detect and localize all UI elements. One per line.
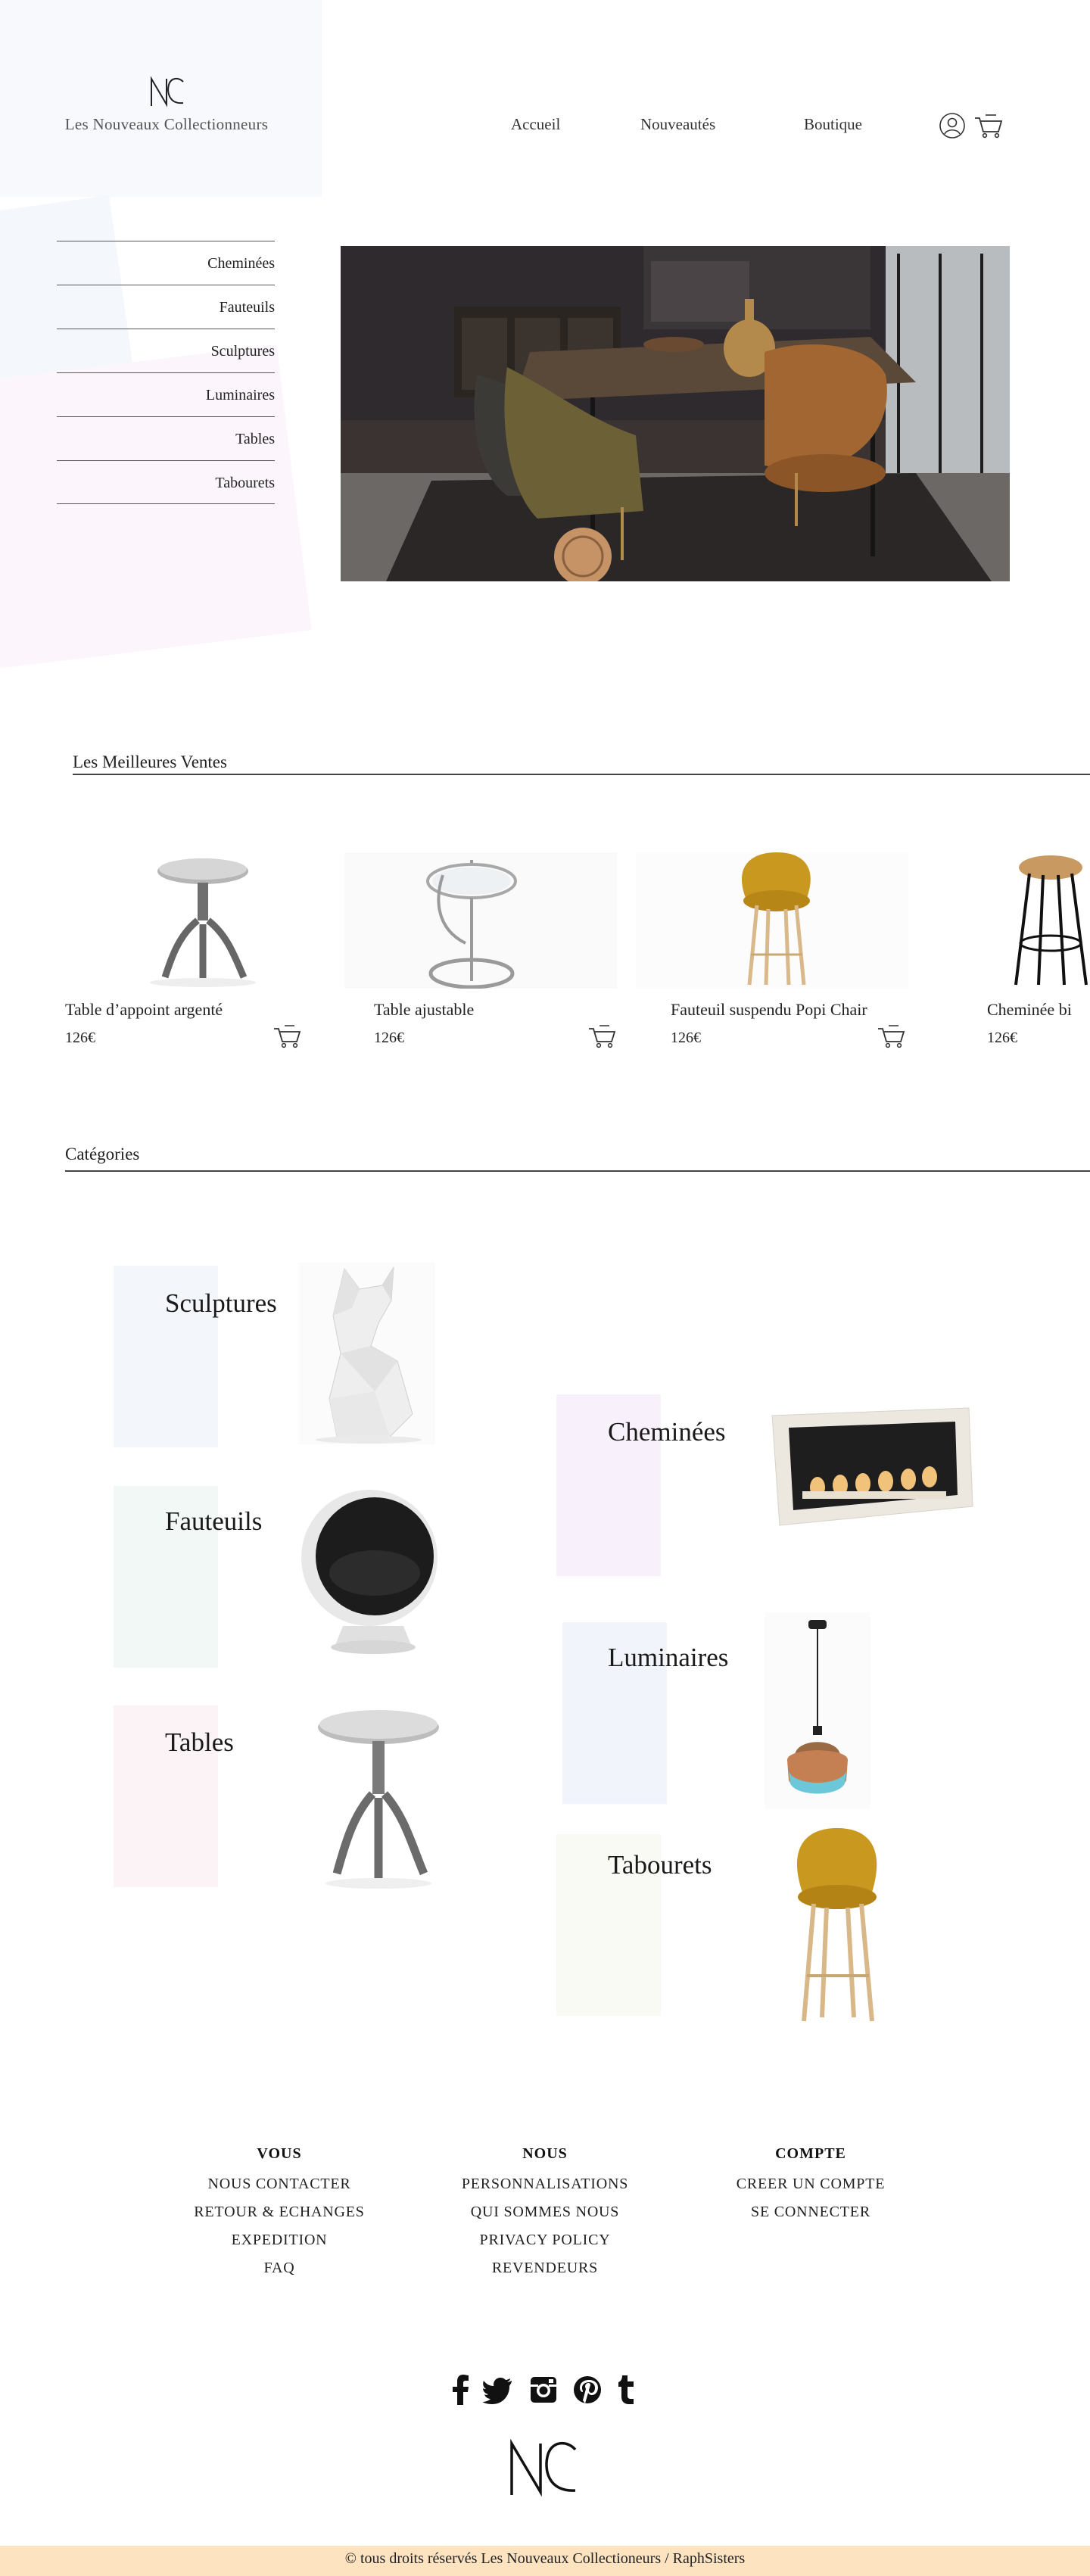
category-image-pendant-lamp[interactable] [765, 1612, 870, 1809]
menu-item-fauteuils[interactable]: Fauteuils [57, 285, 275, 329]
footer-heading: VOUS [257, 2145, 302, 2162]
category-image-fox-sculpture[interactable] [299, 1263, 435, 1444]
category-label-tabourets[interactable]: Tabourets [608, 1850, 712, 1880]
product-image-side-table[interactable] [65, 852, 338, 989]
product-image-stool[interactable] [999, 852, 1090, 989]
menu-item-tables[interactable]: Tables [57, 416, 275, 460]
footer-link-customization[interactable]: PERSONNALISATIONS [431, 2170, 659, 2198]
nav-accueil[interactable]: Accueil [511, 115, 560, 134]
footer-link-privacy[interactable]: PRIVACY POLICY [431, 2226, 659, 2254]
footer-link-contact[interactable]: NOUS CONTACTER [166, 2170, 393, 2198]
footer-link-create-account[interactable]: CREER UN COMPTE [697, 2170, 924, 2198]
best-sellers-divider [73, 774, 1090, 775]
cart-icon[interactable] [973, 112, 1004, 139]
add-to-cart-icon[interactable] [877, 1023, 907, 1049]
product-name[interactable]: Table ajustable [374, 1000, 474, 1020]
category-image-bar-stool[interactable] [772, 1824, 901, 2029]
footer-logo-icon[interactable] [507, 2439, 580, 2498]
hero-image-dining-room [341, 246, 1010, 581]
add-to-cart-icon[interactable] [587, 1023, 618, 1049]
category-label-cheminees[interactable]: Cheminées [608, 1417, 726, 1447]
copyright-text: © tous droits réservés Les Nouveaux Coll… [344, 2550, 746, 2567]
user-icon[interactable] [939, 112, 966, 139]
product-name[interactable]: Fauteuil suspendu Popi Chair [671, 1000, 867, 1020]
facebook-icon[interactable] [445, 2373, 475, 2406]
product-price: 126€ [671, 1029, 701, 1046]
category-image-side-table[interactable] [310, 1703, 447, 1892]
product-image-popi-chair[interactable] [636, 852, 908, 989]
best-sellers-title: Les Meilleures Ventes [73, 752, 227, 771]
menu-item-luminaires[interactable]: Luminaires [57, 372, 275, 416]
product-image-adjustable-table[interactable] [344, 852, 617, 989]
footer-heading: NOUS [522, 2145, 568, 2162]
menu-item-tabourets[interactable]: Tabourets [57, 460, 275, 504]
category-image-ball-chair[interactable] [290, 1482, 441, 1664]
pinterest-icon[interactable] [572, 2373, 603, 2406]
footer-link-faq[interactable]: FAQ [166, 2254, 393, 2282]
footer-link-returns[interactable]: RETOUR & ECHANGES [166, 2198, 393, 2226]
categories-divider [65, 1170, 1090, 1172]
category-label-tables[interactable]: Tables [165, 1727, 234, 1758]
footer-heading: COMPTE [775, 2145, 846, 2162]
brand-name[interactable]: Les Nouveaux Collectionneurs [45, 115, 288, 134]
category-label-fauteuils[interactable]: Fauteuils [165, 1506, 262, 1537]
footer-link-resellers[interactable]: REVENDEURS [431, 2254, 659, 2282]
nav-boutique[interactable]: Boutique [804, 115, 862, 134]
categories-title: Catégories [65, 1145, 140, 1163]
product-name[interactable]: Cheminée bi [987, 1000, 1072, 1020]
twitter-icon[interactable] [483, 2373, 513, 2406]
menu-item-cheminees[interactable]: Cheminées [57, 241, 275, 285]
nav-nouveautes[interactable]: Nouveautés [640, 115, 715, 134]
product-price: 126€ [374, 1029, 404, 1046]
menu-item-sculptures[interactable]: Sculptures [57, 329, 275, 372]
product-name[interactable]: Table d’appoint argenté [65, 1000, 223, 1020]
category-label-luminaires[interactable]: Luminaires [608, 1643, 728, 1673]
add-to-cart-icon[interactable] [272, 1023, 303, 1049]
tumblr-icon[interactable] [612, 2373, 642, 2406]
footer-column-compte: COMPTE CREER UN COMPTE SE CONNECTER [697, 2145, 924, 2226]
logo-icon[interactable] [148, 76, 186, 107]
instagram-icon[interactable] [528, 2373, 559, 2406]
footer-link-login[interactable]: SE CONNECTER [697, 2198, 924, 2226]
footer-column-vous: VOUS NOUS CONTACTER RETOUR & ECHANGES EX… [166, 2145, 393, 2282]
category-menu: Cheminées Fauteuils Sculptures Luminaire… [57, 241, 275, 504]
footer-column-nous: NOUS PERSONNALISATIONS QUI SOMMES NOUS P… [431, 2145, 659, 2282]
footer-link-shipping[interactable]: EXPEDITION [166, 2226, 393, 2254]
category-label-sculptures[interactable]: Sculptures [165, 1288, 277, 1319]
product-price: 126€ [987, 1029, 1017, 1046]
product-price: 126€ [65, 1029, 95, 1046]
category-image-fireplace[interactable] [757, 1400, 976, 1529]
footer-link-about[interactable]: QUI SOMMES NOUS [431, 2198, 659, 2226]
